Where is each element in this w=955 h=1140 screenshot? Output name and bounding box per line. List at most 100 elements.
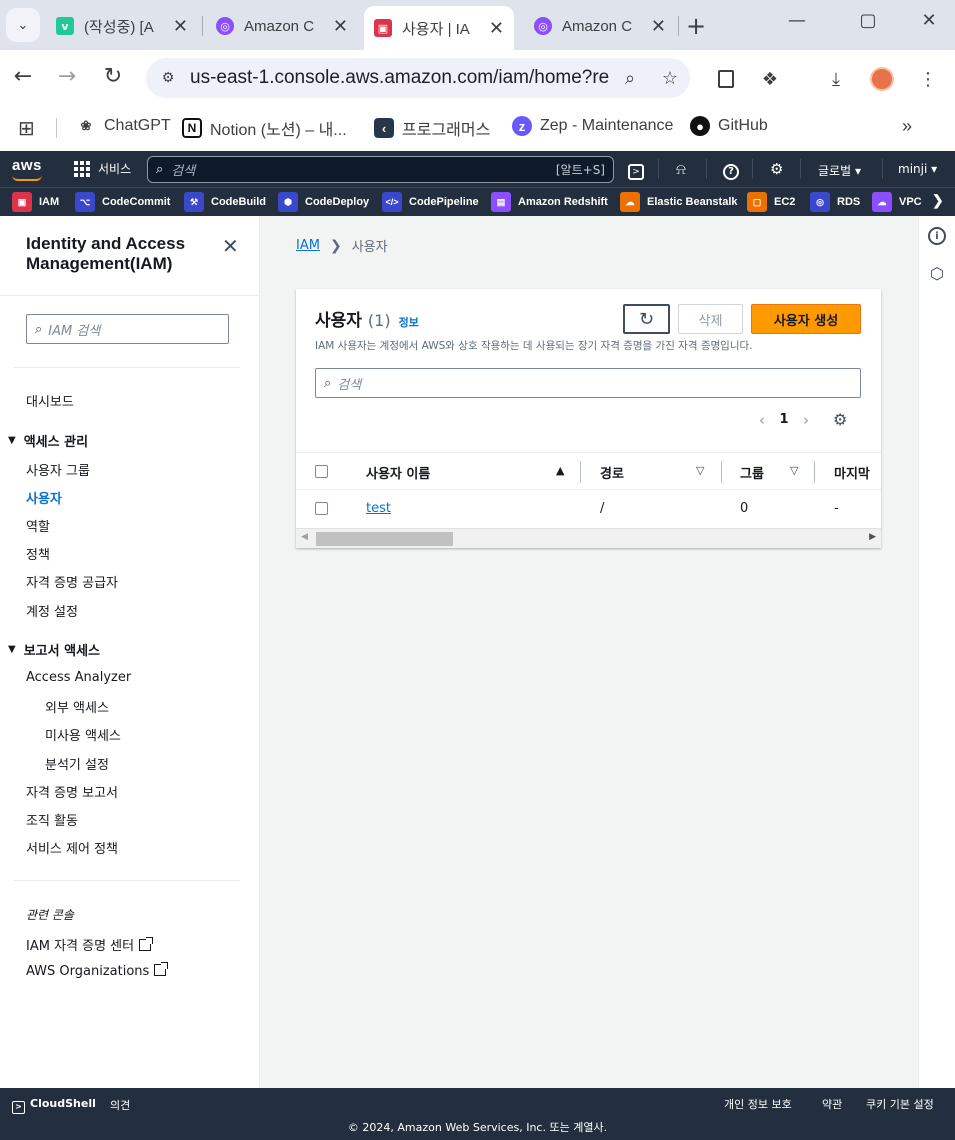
close-tab-icon[interactable]: ✕	[173, 16, 188, 37]
zoom-magnifier-icon[interactable]: ⌕	[610, 68, 650, 89]
column-header-last-activity[interactable]: 마지막	[834, 463, 870, 482]
forward-arrow-icon[interactable]: →	[52, 64, 82, 89]
favorite-codepipeline[interactable]: </> CodePipeline	[382, 192, 479, 212]
nav-item-identity-providers[interactable]: 자격 증명 공급자	[26, 572, 118, 591]
bookmark-programmers[interactable]: ‹ 프로그래머스	[374, 116, 490, 140]
favorite-redshift[interactable]: ▤ Amazon Redshift	[491, 192, 608, 212]
settings-gear-icon[interactable]: ⚙	[770, 160, 783, 178]
bookmark-chatgpt[interactable]: ❀ ChatGPT	[76, 116, 171, 136]
info-link[interactable]: 정보	[399, 314, 419, 330]
site-settings-icon[interactable]: ⚙	[146, 70, 190, 86]
column-divider[interactable]	[580, 461, 581, 483]
back-arrow-icon[interactable]: ←	[8, 64, 38, 89]
column-divider[interactable]	[721, 461, 722, 483]
reading-mode-icon[interactable]	[712, 66, 740, 92]
close-tab-icon[interactable]: ✕	[651, 16, 666, 37]
sort-caret-down-icon[interactable]: ▽	[790, 464, 798, 477]
users-search-input[interactable]: ⌕ 검색	[315, 368, 861, 398]
more-bookmarks-chevron-icon[interactable]: »	[902, 116, 912, 137]
side-nav-title[interactable]: Identity and Access Management(IAM)	[26, 234, 216, 274]
aws-logo[interactable]: aws	[12, 157, 42, 174]
bookmark-zep[interactable]: z Zep - Maintenance	[512, 116, 673, 136]
favorite-rds[interactable]: ◎ RDS	[810, 192, 860, 212]
nav-item-users[interactable]: 사용자	[26, 488, 62, 507]
close-tab-icon[interactable]: ✕	[333, 16, 348, 37]
terms-link[interactable]: 약관	[822, 1096, 842, 1112]
feedback-link[interactable]: 의견	[110, 1097, 130, 1113]
extensions-puzzle-icon[interactable]: ❖	[756, 66, 784, 92]
favorite-elastic-beanstalk[interactable]: ☁ Elastic Beanstalk	[620, 192, 738, 212]
region-selector[interactable]: 글로벌 ▾	[818, 162, 861, 179]
nav-item-scp[interactable]: 서비스 제어 정책	[26, 838, 118, 857]
next-page-icon[interactable]: ›	[795, 411, 817, 429]
services-menu-button[interactable]: 서비스	[74, 160, 131, 177]
scroll-left-arrow-icon[interactable]: ◀	[301, 532, 308, 542]
table-preferences-gear-icon[interactable]: ⚙	[833, 410, 847, 429]
favorite-codecommit[interactable]: ⌥ CodeCommit	[75, 192, 170, 212]
browser-tab-4[interactable]: ◎ Amazon C ✕	[524, 8, 676, 44]
favorite-codebuild[interactable]: ⚒ CodeBuild	[184, 192, 266, 212]
nav-item-access-analyzer[interactable]: Access Analyzer	[26, 670, 131, 685]
nav-item-external-access[interactable]: 외부 액세스	[45, 697, 109, 716]
breadcrumb-iam-link[interactable]: IAM	[296, 238, 320, 253]
close-tab-icon[interactable]: ✕	[489, 18, 504, 39]
create-user-button[interactable]: 사용자 생성	[751, 304, 861, 334]
cloudshell-icon[interactable]: >	[628, 160, 644, 180]
previous-page-icon[interactable]: ‹	[751, 411, 773, 429]
nav-item-credential-report[interactable]: 자격 증명 보고서	[26, 782, 118, 801]
nav-item-policies[interactable]: 정책	[26, 544, 50, 563]
nav-link-organizations[interactable]: AWS Organizations	[26, 962, 169, 979]
horizontal-scrollbar[interactable]: ◀ ▶	[296, 528, 881, 548]
nav-item-roles[interactable]: 역할	[26, 516, 50, 535]
delete-button[interactable]: 삭제	[678, 304, 743, 334]
row-select-checkbox[interactable]	[315, 502, 328, 515]
nav-section-access-reports[interactable]: ▼ 보고서 액세스	[8, 640, 100, 659]
iam-search-input[interactable]: ⌕ IAM 검색	[26, 314, 229, 344]
browser-tab-2[interactable]: ◎ Amazon C ✕	[206, 8, 358, 44]
download-icon[interactable]: ⤓	[822, 66, 850, 92]
close-window-icon[interactable]: ✕	[906, 10, 952, 31]
nav-section-access-management[interactable]: ▼ 액세스 관리	[8, 431, 88, 450]
nav-item-account-settings[interactable]: 계정 설정	[26, 601, 78, 620]
bookmark-star-icon[interactable]: ☆	[650, 68, 690, 89]
nav-item-user-groups[interactable]: 사용자 그룹	[26, 460, 90, 479]
tab-search-button[interactable]: ⌄	[6, 8, 40, 42]
profile-avatar[interactable]	[868, 66, 896, 92]
column-header-path[interactable]: 경로	[600, 463, 624, 482]
column-header-groups[interactable]: 그룹	[740, 463, 764, 482]
privacy-link[interactable]: 개인 정보 보호	[724, 1096, 792, 1112]
nav-link-identity-center[interactable]: IAM 자격 증명 센터	[26, 935, 154, 954]
nav-item-organization-activity[interactable]: 조직 활동	[26, 810, 78, 829]
user-name-link[interactable]: test	[366, 501, 391, 516]
cloudshell-footer-button[interactable]: > CloudShell	[12, 1097, 96, 1114]
new-tab-plus-icon[interactable]: +	[686, 12, 706, 40]
bookmark-github[interactable]: ● GitHub	[690, 116, 768, 136]
column-divider[interactable]	[814, 461, 815, 483]
reload-icon[interactable]: ↻	[98, 64, 128, 89]
refresh-button[interactable]: ↻	[623, 304, 670, 334]
select-all-checkbox[interactable]	[315, 465, 328, 478]
column-header-username[interactable]: 사용자 이름	[366, 463, 430, 482]
browser-menu-icon[interactable]: ⋮	[914, 66, 942, 92]
amazon-q-hexagon-icon[interactable]: ⬡	[928, 264, 946, 283]
scrollbar-thumb[interactable]	[316, 532, 453, 546]
current-page-number[interactable]: 1	[773, 412, 795, 427]
info-panel-icon[interactable]: i	[928, 227, 946, 245]
favorite-vpc[interactable]: ☁ VPC	[872, 192, 922, 212]
favorite-ec2[interactable]: ▢ EC2	[747, 192, 795, 212]
aws-search-input[interactable]: ⌕ 검색 [알트+S]	[147, 156, 614, 183]
bookmark-notion[interactable]: N Notion (노션) – 내...	[182, 116, 347, 140]
nav-item-dashboard[interactable]: 대시보드	[26, 391, 74, 410]
minimize-window-icon[interactable]: —	[774, 10, 820, 31]
omnibox[interactable]: ⚙ us-east-1.console.aws.amazon.com/iam/h…	[146, 58, 690, 98]
nav-item-unused-access[interactable]: 미사용 액세스	[45, 725, 121, 744]
sort-caret-down-icon[interactable]: ▽	[696, 464, 704, 477]
close-nav-icon[interactable]: ✕	[222, 234, 239, 258]
browser-tab-3-active[interactable]: ▣ 사용자 | IA ✕	[364, 6, 514, 50]
apps-grid-icon[interactable]: ⊞	[18, 116, 35, 141]
favorite-codedeploy[interactable]: ⬢ CodeDeploy	[278, 192, 369, 212]
favorite-iam[interactable]: ▣ IAM	[12, 192, 59, 212]
url-text[interactable]: us-east-1.console.aws.amazon.com/iam/hom…	[190, 67, 610, 89]
notifications-bell-icon[interactable]: ⍾	[676, 160, 686, 178]
cookie-preferences-link[interactable]: 쿠키 기본 설정	[866, 1096, 934, 1112]
